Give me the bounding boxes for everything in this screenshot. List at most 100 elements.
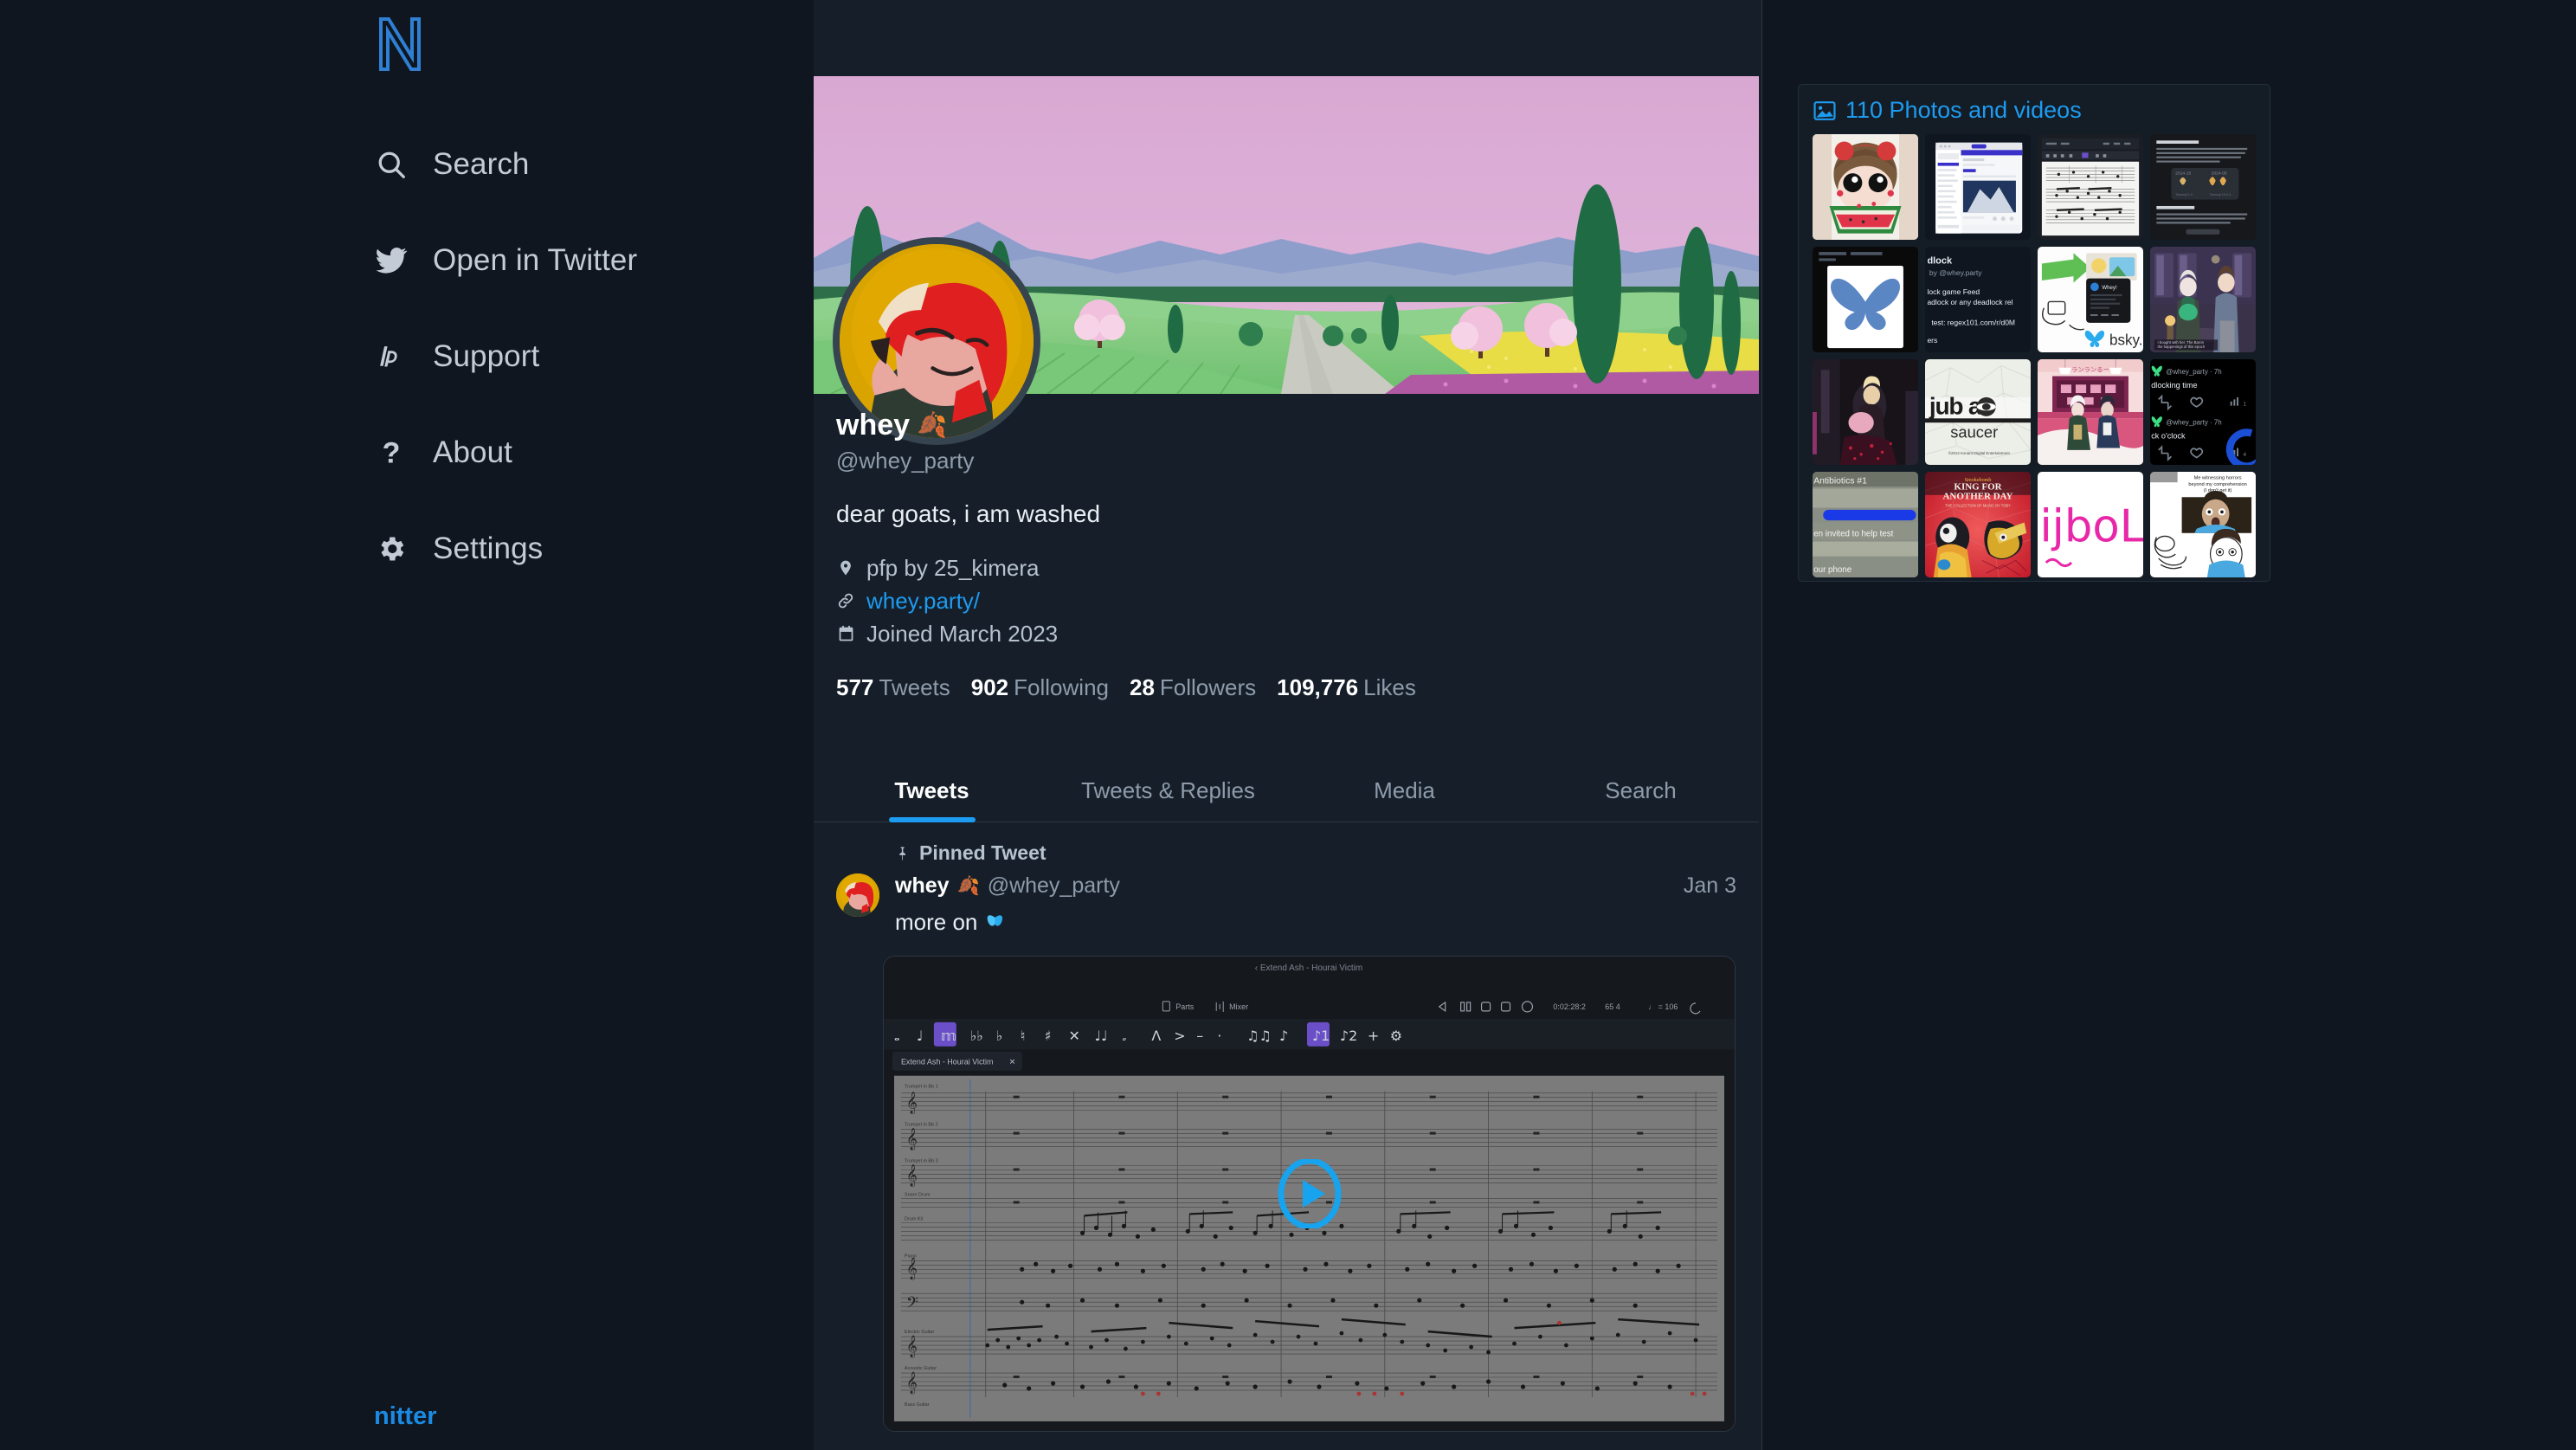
svg-text:ANOTHER DAY: ANOTHER DAY — [1943, 492, 2013, 502]
svg-text:ck o'clock: ck o'clock — [2151, 432, 2186, 441]
sidebar: Search Open in Twitter Support ? About S… — [0, 0, 814, 1450]
profile-main-panel: whey 🍂 @whey_party dear goats, i am wash… — [814, 0, 1762, 1450]
svg-text:𝅗: 𝅗 — [1122, 1028, 1126, 1044]
photo-item[interactable] — [1925, 134, 2031, 240]
svg-text:𝅝: 𝅝 — [894, 1028, 899, 1044]
tweet-header-line: whey 🍂 @whey_party Jan 3 — [895, 873, 1736, 899]
sidebar-item-open-in-twitter[interactable]: Open in Twitter — [374, 230, 772, 291]
nitter-logo-icon[interactable] — [374, 12, 422, 74]
stat-following[interactable]: 902 Following — [971, 674, 1109, 701]
photo-item[interactable] — [1813, 134, 1918, 240]
photo-item[interactable]: ランランるー — [2038, 359, 2143, 465]
stat-tweets-value: 577 — [836, 674, 874, 700]
svg-text:‹ Extend Ash - Hourai Victim: ‹ Extend Ash - Hourai Victim — [1255, 963, 1362, 973]
tab-tweets[interactable]: Tweets — [814, 769, 1050, 822]
photo-item[interactable]: I bought with her. The Baron the happeni… — [2150, 247, 2256, 352]
stat-likes[interactable]: 109,776 Likes — [1277, 674, 1416, 701]
photo-item[interactable]: 2014-15 2024-05 Twemoji 1.0 Twemoji 15.0.3 — [2150, 134, 2256, 240]
profile-username: @whey_party — [836, 448, 975, 474]
photo-item[interactable]: Me witnessing horrors beyond my comprehe… — [2150, 472, 2256, 577]
svg-text:♪1: ♪1 — [1312, 1028, 1330, 1044]
tab-media[interactable]: Media — [1286, 769, 1523, 822]
profile-fullname-text: whey — [836, 409, 911, 441]
tweet-date[interactable]: Jan 3 — [1684, 873, 1736, 899]
svg-text:ers: ers — [1927, 336, 1937, 345]
profile-fullname: whey 🍂 — [836, 407, 1736, 443]
butterfly-icon — [985, 912, 1006, 932]
photo-rail-title: 110 Photos and videos — [1845, 97, 2082, 123]
photo-grid: 2014-15 2024-05 Twemoji 1.0 Twemoji 15.0.3 — [1813, 134, 2256, 577]
profile-website-row: whey.party/ — [836, 584, 1736, 617]
svg-text:dlock: dlock — [1927, 256, 1953, 267]
photo-item[interactable]: Antibiotics #1 en invited to help test o… — [1813, 472, 1918, 577]
play-button[interactable] — [1275, 1157, 1344, 1230]
svg-text:Antibiotics #1: Antibiotics #1 — [1813, 476, 1867, 486]
image-icon — [1813, 100, 1837, 121]
sidebar-item-label: About — [433, 435, 512, 469]
profile-location-row: pfp by 25_kimera — [836, 551, 1736, 584]
sidebar-nav: Search Open in Twitter Support ? About S… — [374, 134, 772, 615]
sidebar-item-label: Settings — [433, 532, 544, 565]
sidebar-item-settings[interactable]: Settings — [374, 519, 772, 579]
stat-following-value: 902 — [970, 674, 1009, 700]
photo-item[interactable] — [1813, 359, 1918, 465]
stat-followers[interactable]: 28 Followers — [1130, 674, 1256, 701]
nitter-footer-logo[interactable]: nitter — [374, 1402, 437, 1431]
tweet-video-card[interactable]: ‹ Extend Ash - Hourai Victim Parts Mixer… — [883, 956, 1736, 1432]
svg-text:en invited to help test: en invited to help test — [1813, 529, 1893, 538]
tweet-fullname: whey — [895, 873, 950, 898]
svg-text:𝕞: 𝕞 — [941, 1028, 956, 1044]
svg-text:+: + — [1368, 1028, 1379, 1044]
svg-text:THE COLLECTION OF MUSIC BY TOB: THE COLLECTION OF MUSIC BY TOBY — [1945, 503, 2011, 507]
svg-text:Extend Ash - Hourai Victim: Extend Ash - Hourai Victim — [901, 1058, 994, 1067]
photo-item[interactable]: jub at saucer ©2012 Konami Digital Enter… — [1925, 359, 2031, 465]
calendar-icon — [836, 623, 855, 644]
svg-text:@whey_party · 7h: @whey_party · 7h — [2166, 368, 2221, 376]
svg-text:1: 1 — [2243, 402, 2246, 408]
photo-item[interactable]: Smokebomb KING FOR ANOTHER DAY THE COLLE… — [1925, 472, 2031, 577]
stat-following-label: Following — [1014, 674, 1109, 700]
tweet-avatar[interactable] — [836, 873, 879, 917]
svg-text:the happenings of this epoch: the happenings of this epoch — [2158, 345, 2206, 349]
profile-details: whey 🍂 @whey_party dear goats, i am wash… — [814, 407, 1759, 701]
svg-text:2024-05: 2024-05 — [2212, 171, 2227, 176]
photo-item[interactable]: Whey! bsky. — [2038, 247, 2143, 352]
svg-text:♩♩: ♩♩ — [1095, 1028, 1108, 1044]
sidebar-item-label: Support — [433, 339, 540, 373]
stat-likes-value: 109,776 — [1277, 674, 1359, 700]
svg-text:ランランるー: ランランるー — [2071, 366, 2109, 374]
gear-icon — [374, 532, 409, 566]
profile-website-link[interactable]: whey.party/ — [866, 584, 980, 617]
svg-text:2014-15: 2014-15 — [2175, 171, 2191, 176]
svg-text:Whey!: Whey! — [2102, 285, 2117, 291]
svg-text:Twemoji 1.0: Twemoji 1.0 — [2175, 193, 2193, 197]
timeline: Pinned Tweet whey 🍂 @whey_party Jan 3 mo… — [814, 822, 1759, 1450]
profile-joined-row: Joined March 2023 — [836, 617, 1736, 650]
sidebar-item-about[interactable]: ? About — [374, 422, 772, 483]
profile-tabs: Tweets Tweets & Replies Media Search — [814, 769, 1759, 822]
sidebar-item-support[interactable]: Support — [374, 326, 772, 387]
svg-text:♩: ♩ — [917, 1028, 924, 1044]
svg-text:Mixer: Mixer — [1229, 1002, 1248, 1011]
svg-text:by @whey.party: by @whey.party — [1929, 268, 1982, 277]
tab-search[interactable]: Search — [1523, 769, 1759, 822]
photo-item[interactable] — [1813, 247, 1918, 352]
tab-tweets-replies[interactable]: Tweets & Replies — [1050, 769, 1286, 822]
svg-text:✕: ✕ — [1069, 1028, 1080, 1044]
photo-rail: 110 Photos and videos 2014-15 2024-05 Tw… — [1798, 84, 2270, 582]
svg-text:bsky.a: bsky.a — [2109, 332, 2143, 348]
leaf-emoji: 🍂 — [956, 875, 980, 896]
stat-tweets[interactable]: 577 Tweets — [836, 674, 950, 701]
photo-item[interactable] — [2038, 134, 2143, 240]
search-icon — [374, 147, 409, 182]
svg-text:©2012 Konami Digital Entertain: ©2012 Konami Digital Entertainment — [1948, 451, 2011, 455]
nitter-profile-page: Search Open in Twitter Support ? About S… — [0, 0, 2576, 1450]
svg-text:our phone: our phone — [1813, 565, 1852, 575]
tweet-text: more on — [895, 907, 1736, 937]
tweet-handle[interactable]: @whey_party — [988, 873, 1120, 899]
svg-text:?: ? — [383, 438, 401, 467]
photo-item[interactable]: ijboL — [2038, 472, 2143, 577]
sidebar-item-search[interactable]: Search — [374, 134, 772, 195]
photo-item[interactable]: @whey_party · 7h dlocking time 1 @whey_p… — [2150, 359, 2256, 465]
photo-item[interactable]: dlock by @whey.party lock game Feed adlo… — [1925, 247, 2031, 352]
